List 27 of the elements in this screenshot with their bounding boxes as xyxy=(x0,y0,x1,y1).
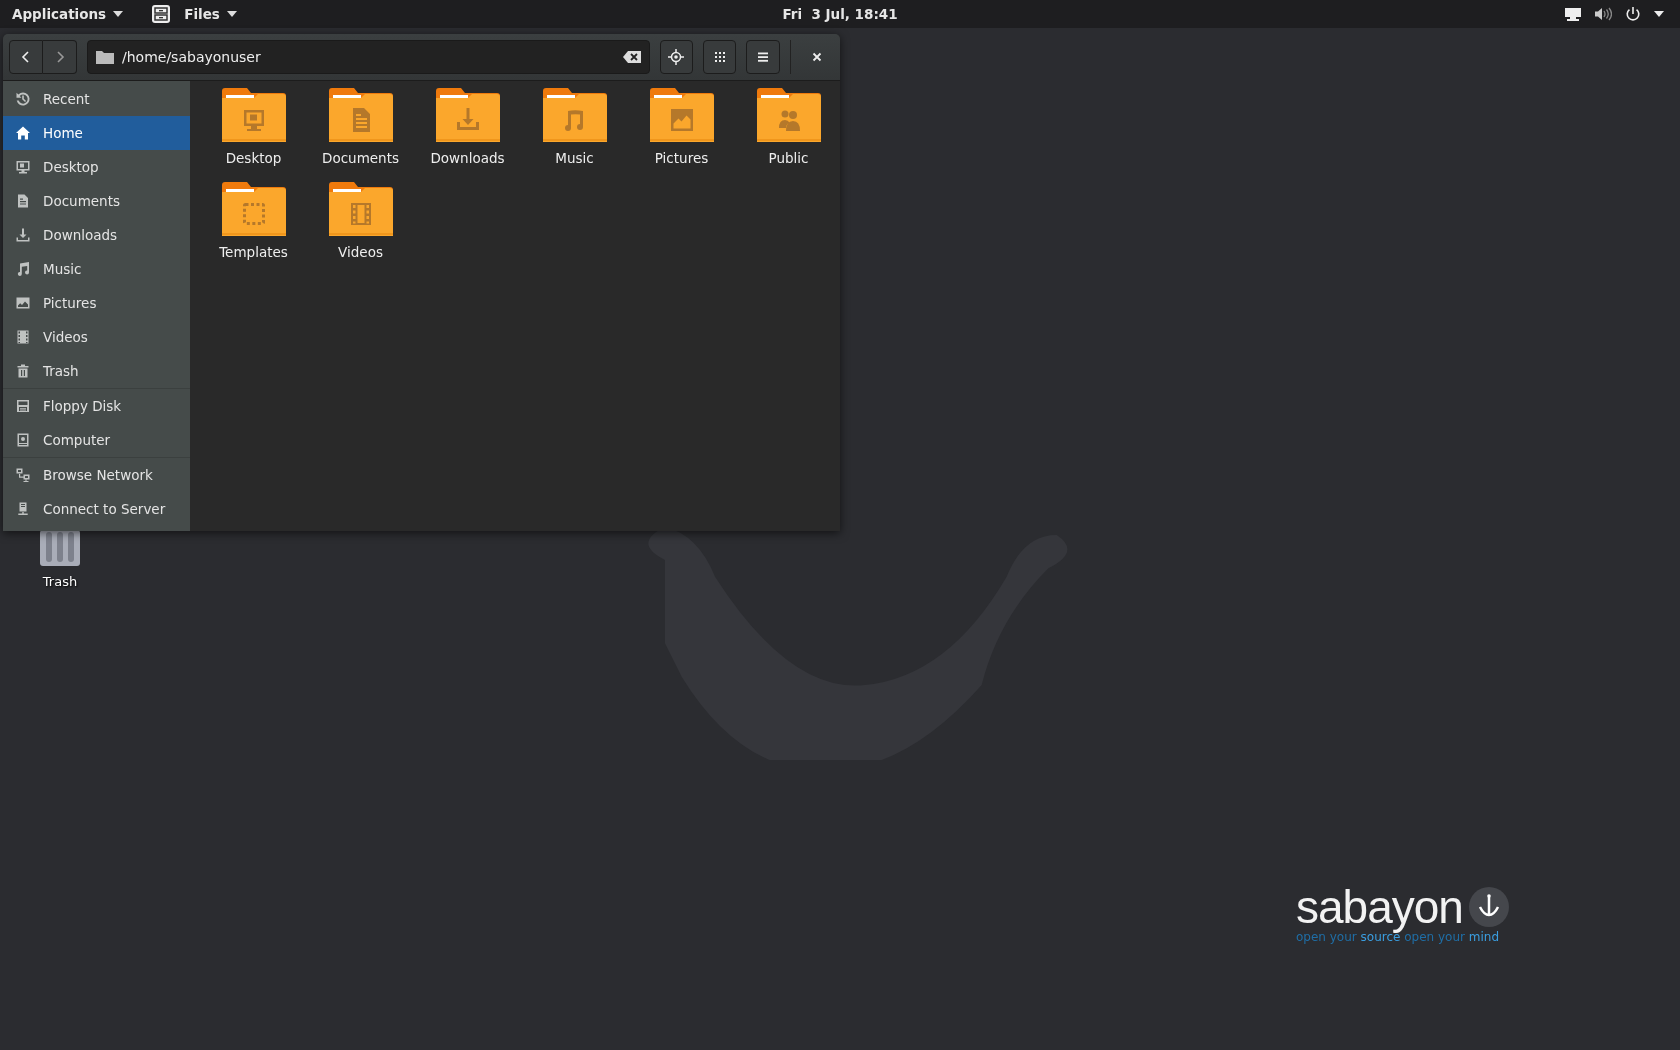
folder-item[interactable]: Templates xyxy=(200,182,307,276)
sidebar-item[interactable]: Pictures xyxy=(3,286,190,320)
folder-item[interactable]: Music xyxy=(521,88,628,182)
clock[interactable]: Fri 3 Jul, 18:41 xyxy=(782,0,898,28)
sidebar-item[interactable]: Browse Network xyxy=(3,458,190,492)
applications-menu[interactable]: Applications xyxy=(12,0,124,28)
folder-item[interactable]: Desktop xyxy=(200,88,307,182)
sidebar-item[interactable]: Desktop xyxy=(3,150,190,184)
desktop-icon-label: Trash xyxy=(42,574,78,589)
folder-item[interactable]: Public xyxy=(735,88,840,182)
folder-item[interactable]: Downloads xyxy=(414,88,521,182)
sidebar-item[interactable]: Recent xyxy=(3,82,190,116)
files-app-menu[interactable]: Files xyxy=(151,0,237,28)
folder-item[interactable]: Pictures xyxy=(628,88,735,182)
sidebar-item[interactable]: Floppy Disk xyxy=(3,389,190,423)
desktop-trash[interactable]: Trash xyxy=(30,530,90,589)
sidebar-item[interactable]: Downloads xyxy=(3,218,190,252)
sidebar-item[interactable]: Music xyxy=(3,252,190,286)
sidebar-item[interactable]: Videos xyxy=(3,320,190,354)
sidebar-item[interactable]: Home xyxy=(3,116,190,150)
sidebar-item[interactable]: Connect to Server xyxy=(3,492,190,526)
sidebar-item[interactable]: Trash xyxy=(3,354,190,388)
folder-item[interactable]: Documents xyxy=(307,88,414,182)
location-field[interactable]: /home/sabayonuser xyxy=(87,40,650,74)
sidebar-item[interactable]: Documents xyxy=(3,184,190,218)
sidebar-item[interactable]: Computer xyxy=(3,423,190,457)
folder-item[interactable]: Videos xyxy=(307,182,414,276)
